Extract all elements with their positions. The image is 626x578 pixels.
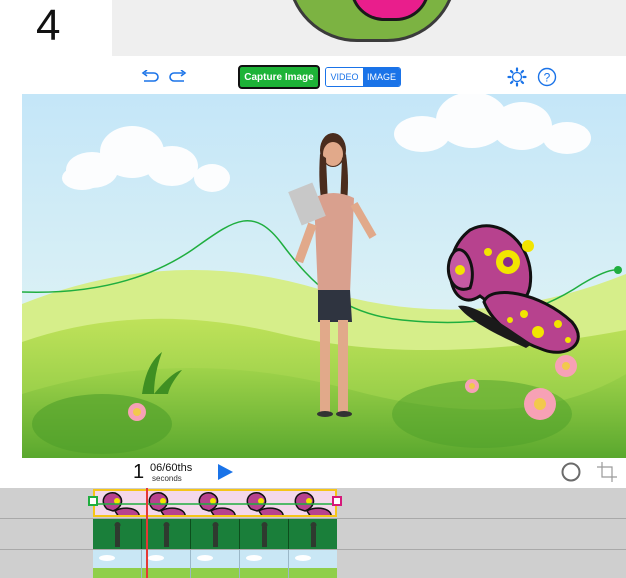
- circle-icon: [561, 462, 581, 482]
- background-thumbnails: [93, 550, 337, 578]
- timeline[interactable]: [0, 488, 626, 578]
- undo-icon: [141, 70, 159, 82]
- crop-button[interactable]: [596, 461, 618, 483]
- capture-image-button[interactable]: Capture Image: [238, 65, 320, 89]
- clip-start-handle[interactable]: [88, 496, 98, 506]
- preview-pink-shape: [350, 0, 430, 21]
- playback-bar: 1 06/60ths seconds: [0, 458, 626, 488]
- flower-right: [524, 388, 556, 420]
- preview-grass-blob: [287, 0, 457, 42]
- time-seconds: 1: [133, 461, 145, 483]
- redo-icon: [169, 70, 187, 82]
- clip-end-handle[interactable]: [332, 496, 342, 506]
- record-button[interactable]: [560, 461, 582, 483]
- redo-button[interactable]: [168, 64, 188, 90]
- help-button[interactable]: ?: [536, 64, 558, 90]
- scene-canvas[interactable]: [22, 94, 626, 458]
- play-button[interactable]: [216, 463, 234, 481]
- person-thumbnails: [93, 519, 337, 549]
- mode-video-option[interactable]: VIDEO: [326, 68, 363, 86]
- settings-button[interactable]: [507, 64, 527, 90]
- scene-artwork: [22, 94, 626, 458]
- time-fraction: 06/60ths: [150, 462, 193, 474]
- undo-button[interactable]: [140, 64, 160, 90]
- background-track-clip[interactable]: [93, 550, 337, 578]
- gear-icon: [507, 67, 527, 87]
- mode-toggle: VIDEO IMAGE: [325, 67, 401, 87]
- butterfly-thumbnails: [95, 492, 335, 515]
- butterfly-track-clip[interactable]: [93, 489, 337, 517]
- flower-left: [128, 403, 146, 421]
- toolbar: Capture Image VIDEO IMAGE ?: [0, 60, 626, 94]
- path-end-handle[interactable]: [614, 266, 622, 274]
- previous-step-preview: [112, 0, 626, 56]
- play-icon: [218, 464, 233, 480]
- crop-icon: [597, 462, 617, 482]
- flower-small: [465, 379, 479, 393]
- playhead[interactable]: [146, 488, 148, 578]
- step-number: 4: [36, 1, 61, 50]
- mode-image-option[interactable]: IMAGE: [363, 68, 400, 86]
- flower-top: [555, 355, 577, 377]
- help-glyph: ?: [544, 71, 551, 85]
- person-track-clip[interactable]: [93, 519, 337, 549]
- help-icon: ?: [537, 67, 557, 87]
- time-unit: seconds: [152, 474, 182, 483]
